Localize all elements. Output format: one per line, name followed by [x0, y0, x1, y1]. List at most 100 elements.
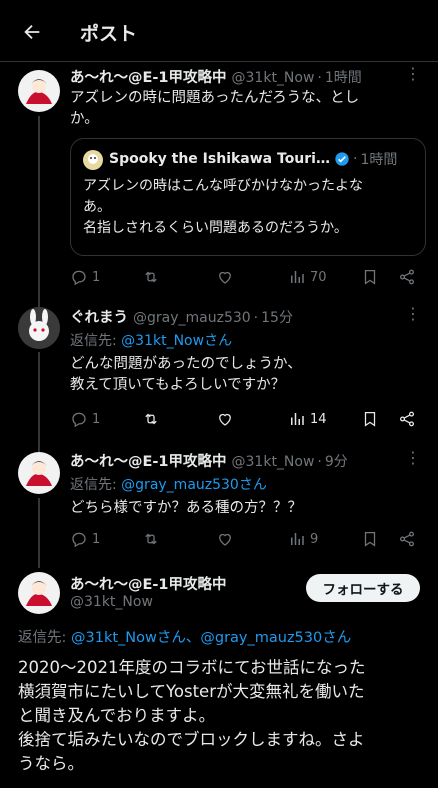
like-icon	[219, 533, 231, 546]
main-author-handle: @31kt_Now	[70, 594, 153, 610]
retweet-button[interactable]	[142, 408, 160, 430]
more-icon[interactable]: ⋮	[405, 304, 422, 323]
quote-text: アズレンの時はこんな呼びかけなかったよな あ。 名指しされるくらい問題あるのだろ…	[83, 178, 363, 236]
more-icon[interactable]: ⋮	[405, 64, 422, 83]
timestamp[interactable]: 15分	[261, 307, 293, 327]
like-button[interactable]	[216, 528, 234, 550]
mention-link[interactable]: @31kt_Nowさん	[121, 333, 232, 349]
separator-dot: ·	[317, 454, 322, 470]
tweet-header: あ〜れ〜@E-1甲攻略中 @31kt_Now · 9分	[70, 450, 348, 471]
thread-connector	[38, 498, 40, 568]
user-handle[interactable]: @gray_mauz530	[133, 310, 251, 326]
separator-dot: ·	[253, 310, 259, 326]
share-button[interactable]	[398, 408, 416, 430]
tweet-header: ぐれまう @gray_mauz530 · 15分	[70, 306, 293, 327]
user-handle[interactable]: @31kt_Now	[232, 70, 315, 86]
share-icon	[399, 269, 415, 285]
avatar[interactable]	[18, 70, 60, 112]
share-button[interactable]	[398, 528, 416, 550]
retweet-icon	[145, 533, 157, 545]
view-count: 14	[310, 411, 327, 427]
tweet-text: アズレンの時に問題あったんだろうな、とし か。	[70, 90, 360, 127]
tweet-text: どんな問題があったのでしょうか、 教えて頂いてもよろしいですか？	[70, 356, 302, 393]
main-tweet: あ〜れ〜@E-1甲攻略中 @31kt_Now フォローする 返信先: @31kt…	[0, 566, 438, 788]
quote-avatar	[83, 150, 103, 170]
follow-button[interactable]: フォローする	[306, 574, 420, 602]
views-icon	[291, 533, 304, 545]
main-tweet-text: 2020〜2021年度のコラボにてお世話になった 横須賀市にたいしてYoster…	[18, 658, 366, 773]
views-button[interactable]: 14	[288, 408, 327, 430]
reply-to-line: 返信先: @gray_mauz530さん	[70, 474, 267, 494]
avatar[interactable]	[18, 307, 60, 349]
reply-to-prefix: 返信先:	[70, 477, 122, 493]
views-button[interactable]: 70	[288, 266, 327, 288]
main-author-name: あ〜れ〜@E-1甲攻略中	[70, 573, 227, 594]
reply-button[interactable]: 1	[70, 528, 100, 550]
reply-count: 1	[92, 411, 101, 427]
retweet-button[interactable]	[142, 266, 160, 288]
display-name[interactable]: あ〜れ〜@E-1甲攻略中	[70, 66, 227, 87]
mention-link[interactable]: @gray_mauz530さん	[121, 477, 267, 493]
bookmark-icon	[364, 411, 376, 427]
bookmark-icon	[364, 531, 376, 547]
views-icon	[291, 413, 304, 425]
reply-button[interactable]: 1	[70, 266, 100, 288]
like-button[interactable]	[216, 266, 234, 288]
share-button[interactable]	[398, 266, 416, 288]
share-icon	[399, 531, 415, 547]
display-name[interactable]: あ〜れ〜@E-1甲攻略中	[70, 573, 227, 594]
back-arrow-icon	[24, 24, 40, 40]
more-icon[interactable]: ⋮	[405, 448, 422, 467]
thread-connector	[38, 116, 40, 316]
reply-button[interactable]: 1	[70, 408, 100, 430]
thread-tweet[interactable]: ぐれまう @gray_mauz530 · 15分 ⋮ 返信先: @31kt_No…	[0, 300, 438, 452]
reply-icon	[72, 270, 86, 286]
user-handle[interactable]: @31kt_Now	[232, 454, 315, 470]
reply-to-line: 返信先: @31kt_Nowさん	[70, 330, 232, 350]
view-count: 70	[310, 269, 327, 285]
like-icon	[219, 271, 231, 284]
avatar[interactable]	[18, 572, 60, 614]
reply-to-prefix: 返信先:	[18, 630, 71, 646]
thread-tweet[interactable]: あ〜れ〜@E-1甲攻略中 @31kt_Now · 9分 ⋮ 返信先: @gray…	[0, 444, 438, 568]
views-button[interactable]: 9	[288, 528, 318, 550]
separator-dot: ·	[352, 151, 358, 167]
back-button[interactable]	[18, 18, 46, 46]
like-icon	[219, 413, 231, 426]
view-count: 9	[310, 531, 319, 547]
separator-dot: ·	[317, 70, 322, 86]
bookmark-button[interactable]	[361, 408, 379, 430]
bookmark-icon	[364, 269, 376, 285]
avatar[interactable]	[18, 452, 60, 494]
timestamp[interactable]: 9分	[325, 451, 348, 471]
thread-tweet[interactable]: あ〜れ〜@E-1甲攻略中 @31kt_Now · 1時間 ⋮ アズレンの時に問題…	[0, 62, 438, 316]
timestamp[interactable]: 1時間	[325, 67, 362, 87]
retweet-icon	[145, 271, 157, 283]
reply-count: 1	[92, 531, 101, 547]
like-button[interactable]	[216, 408, 234, 430]
page-title: ポスト	[80, 23, 138, 45]
quote-header: Spooky the Ishikawa Touri… · 1時間	[109, 149, 397, 169]
reply-count: 1	[92, 269, 101, 285]
action-bar: 1 14	[70, 408, 420, 430]
retweet-button[interactable]	[142, 528, 160, 550]
mention-link[interactable]: @31kt_Nowさん、@gray_mauz530さん	[71, 630, 351, 646]
user-handle[interactable]: @31kt_Now	[70, 594, 153, 610]
display-name[interactable]: あ〜れ〜@E-1甲攻略中	[70, 450, 227, 471]
thread-connector	[38, 352, 40, 452]
bookmark-button[interactable]	[361, 528, 379, 550]
action-bar: 1 9	[70, 528, 420, 550]
action-bar: 1 70	[70, 266, 420, 288]
reply-to-line: 返信先: @31kt_Nowさん、@gray_mauz530さん	[18, 626, 351, 647]
display-name[interactable]: ぐれまう	[70, 306, 128, 327]
bookmark-button[interactable]	[361, 266, 379, 288]
quoted-tweet[interactable]: Spooky the Ishikawa Touri… · 1時間 アズレンの時は…	[70, 138, 426, 256]
share-icon	[399, 411, 415, 427]
retweet-icon	[145, 413, 157, 425]
reply-icon	[72, 412, 86, 428]
quote-timestamp: 1時間	[360, 152, 398, 168]
views-icon	[291, 271, 304, 283]
verified-badge-icon	[335, 152, 349, 166]
tweet-header: あ〜れ〜@E-1甲攻略中 @31kt_Now · 1時間	[70, 66, 362, 87]
tweet-text: どちら様ですか？ある種の方？？？	[70, 500, 302, 516]
